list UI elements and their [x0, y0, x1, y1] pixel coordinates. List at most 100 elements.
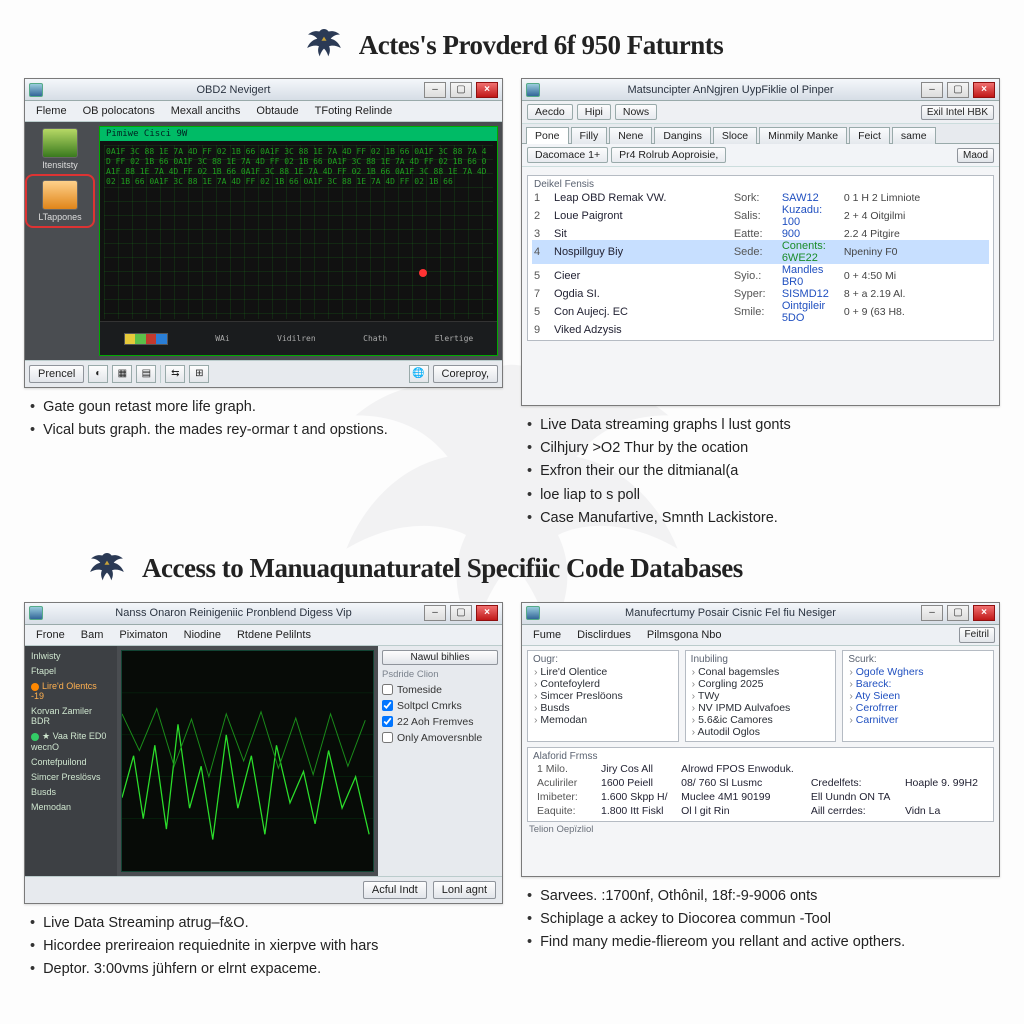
list-item[interactable]: Lire'd Olentice — [533, 666, 673, 678]
mode-button[interactable]: Maod — [957, 148, 994, 163]
minimize-button[interactable]: – — [921, 605, 943, 621]
checkbox[interactable] — [382, 732, 393, 743]
list-item[interactable]: Corgling 2025 — [691, 678, 831, 690]
tool-icon[interactable]: ⇆ — [165, 365, 185, 383]
menu-item[interactable]: Bam — [74, 627, 111, 643]
side-row[interactable]: Korvan Zamiler BDR — [29, 705, 113, 727]
maximize-button[interactable]: ▢ — [450, 605, 472, 621]
tab[interactable]: Filly — [571, 127, 608, 144]
checkbox-row[interactable]: 22 Aoh Fremves — [382, 716, 498, 728]
cell: Hoaple 9. 99H2 — [901, 776, 988, 790]
menu-item[interactable]: TFoting Relinde — [308, 103, 400, 119]
compare-button[interactable]: Coreproy, — [433, 365, 498, 383]
tab[interactable]: Dangins — [654, 127, 711, 144]
maximize-button[interactable]: ▢ — [450, 82, 472, 98]
menu-item[interactable]: Fume — [526, 627, 568, 643]
menu-item[interactable]: Obtaude — [249, 103, 305, 119]
side-row[interactable]: Busds — [29, 786, 113, 798]
tab[interactable]: Pone — [526, 127, 569, 144]
terminal-viewport[interactable]: Pimiwe Cisci 9W 0A1F 3C 88 1E 7A 4D FF 0… — [99, 126, 498, 356]
checkbox-row[interactable]: Only Amoversnble — [382, 732, 498, 744]
pill[interactable]: Nows — [615, 104, 657, 120]
list-item[interactable]: Contefoylerd — [533, 678, 673, 690]
menu-item[interactable]: Disclirdues — [570, 627, 638, 643]
exit-button[interactable]: Exil Intel HBK — [921, 105, 994, 120]
globe-icon[interactable]: 🌐 — [409, 365, 429, 383]
table-row[interactable]: 9Viked Adzysis — [532, 324, 989, 336]
tab[interactable]: Nene — [609, 127, 652, 144]
list-item[interactable]: Autodil Oglos — [691, 726, 831, 738]
menu-item[interactable]: Piximaton — [112, 627, 174, 643]
menu-item[interactable]: Frone — [29, 627, 72, 643]
side-row[interactable]: Lire'd Olentcs -19 — [29, 680, 113, 702]
tab[interactable]: same — [892, 127, 936, 144]
sidebar-item[interactable]: Itensitsty — [29, 128, 91, 170]
side-row[interactable]: Simcer Preslösvs — [29, 771, 113, 783]
maximize-button[interactable]: ▢ — [947, 82, 969, 98]
table-row[interactable]: 5CieerSyio.:Mandles BR00 + 4:50 Mi — [532, 264, 989, 288]
action-button[interactable]: Lonl agnt — [433, 881, 496, 899]
checkbox[interactable] — [382, 716, 393, 727]
cell — [901, 790, 988, 804]
table-row[interactable]: 5Con Aujecj. ECSmile:Ointgileir 5DO0 + 9… — [532, 300, 989, 324]
tool-icon[interactable]: ⊞ — [189, 365, 209, 383]
new-button[interactable]: Nawul bihlies — [382, 650, 498, 665]
list-item[interactable]: Aty Sieen — [848, 690, 988, 702]
checkbox-row[interactable]: Soltpcl Cmrks — [382, 700, 498, 712]
close-button[interactable]: × — [476, 605, 498, 621]
table-row[interactable]: 1Leap OBD Remak VW.Sork:SAW120 1 H 2 Lim… — [532, 192, 989, 204]
pill[interactable]: Aecdo — [527, 104, 573, 120]
list-item[interactable]: Cerofrrer — [848, 702, 988, 714]
table-row[interactable]: 2Loue PaigrontSalis:Kuzadu: 1002 + 4 Oit… — [532, 204, 989, 228]
sub-label: Psdride Clion — [382, 669, 498, 680]
table-row[interactable]: 4Nospillguy BiySede:Conents: 6WE22Npenin… — [532, 240, 989, 264]
list-item[interactable]: 5.6&ic Camores — [691, 714, 831, 726]
menu-item[interactable]: Rtdene Pelilnts — [230, 627, 318, 643]
side-row[interactable]: Ftapel — [29, 665, 113, 677]
filter-button[interactable]: Feitril — [959, 627, 995, 643]
table-row[interactable]: 7Ogdia SI.Syper:SISMD128 + a 2.19 Al. — [532, 288, 989, 300]
tab[interactable]: Feict — [849, 127, 890, 144]
toolbar-pill[interactable]: Pr4 Rolrub Aoproisie, — [611, 147, 726, 163]
tab[interactable]: Minmily Manke — [759, 127, 847, 144]
minimize-button[interactable]: – — [424, 605, 446, 621]
minimize-button[interactable]: – — [424, 82, 446, 98]
side-row[interactable]: Inlwisty — [29, 650, 113, 662]
list-item[interactable]: Bareck: — [848, 678, 988, 690]
side-row[interactable]: Contefpuilond — [29, 756, 113, 768]
action-button[interactable]: Acful Indt — [363, 881, 427, 899]
list-item[interactable]: Memodan — [533, 714, 673, 726]
checkbox-row[interactable]: Tomeside — [382, 684, 498, 696]
side-row[interactable]: ★ Vaa Rite ED0 wecnO — [29, 730, 113, 753]
list-item[interactable]: Simcer Preslöons — [533, 690, 673, 702]
list-item[interactable]: TWy — [691, 690, 831, 702]
close-button[interactable]: × — [973, 605, 995, 621]
side-row[interactable]: Memodan — [29, 801, 113, 813]
list-item[interactable]: Conal bagemsles — [691, 666, 831, 678]
panel-button[interactable]: Prencel — [29, 365, 84, 383]
menu-item[interactable]: Fleme — [29, 103, 74, 119]
sidebar-item-highlighted[interactable]: LTappones — [29, 178, 91, 224]
checkbox[interactable] — [382, 684, 393, 695]
menu-item[interactable]: Mexall anciths — [164, 103, 248, 119]
list-item[interactable]: NV IPMD Aulvafoes — [691, 702, 831, 714]
tool-icon[interactable]: ◐ — [88, 365, 108, 383]
list-item[interactable]: Ogofe Wghers — [848, 666, 988, 678]
maximize-button[interactable]: ▢ — [947, 605, 969, 621]
menu-item[interactable]: Niodine — [177, 627, 228, 643]
list-item[interactable]: Carnitver — [848, 714, 988, 726]
checkbox[interactable] — [382, 700, 393, 711]
menu-item[interactable]: OB polocatons — [76, 103, 162, 119]
graph-viewport[interactable] — [121, 650, 374, 872]
toolbar-pill[interactable]: Dacomace 1+ — [527, 147, 608, 163]
tool-icon[interactable]: ▦ — [112, 365, 132, 383]
pill[interactable]: Hipi — [577, 104, 611, 120]
menu-item[interactable]: Pilmsgona Nbo — [640, 627, 729, 643]
close-button[interactable]: × — [973, 82, 995, 98]
tool-icon[interactable]: ▤ — [136, 365, 156, 383]
close-button[interactable]: × — [476, 82, 498, 98]
table-row[interactable]: 3SitEatte:9002.2 4 Pitgire — [532, 228, 989, 240]
minimize-button[interactable]: – — [921, 82, 943, 98]
tab[interactable]: Sloce — [713, 127, 757, 144]
list-item[interactable]: Busds — [533, 702, 673, 714]
